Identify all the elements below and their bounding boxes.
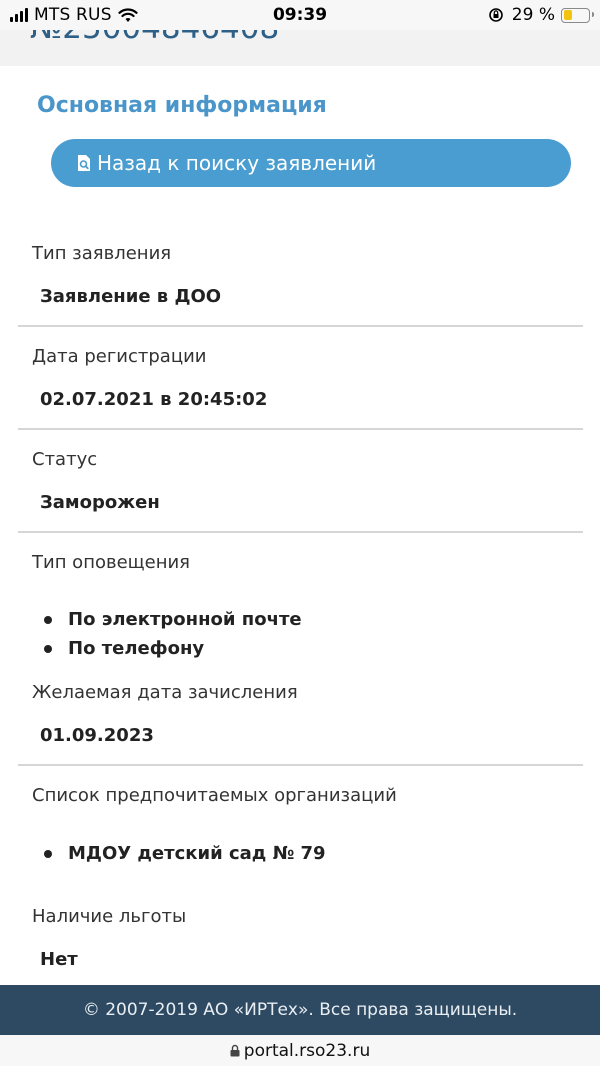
bullet-icon [44,615,52,624]
preferred-orgs-label: Список предпочитаемых организаций [32,785,397,806]
divider [18,531,583,533]
divider [18,764,583,766]
search-document-icon [78,155,90,171]
divider [18,325,583,327]
application-type-value: Заявление в ДОО [40,286,222,307]
back-to-search-label: Назад к поиску заявлений [97,151,377,175]
bullet-icon [44,644,52,653]
divider [18,428,583,430]
registration-date-value: 02.07.2021 в 20:45:02 [40,389,268,410]
notification-type-label: Тип оповещения [32,552,190,573]
copyright-text: © 2007-2019 АО «ИРТех». Все права защище… [82,1000,518,1020]
list-item: МДОУ детский сад № 79 [44,843,326,864]
battery-icon [561,7,594,23]
desired-date-label: Желаемая дата зачисления [32,682,298,703]
url-text: portal.rso23.ru [243,1040,371,1061]
preferred-org-name: МДОУ детский сад № 79 [68,843,326,864]
status-value: Заморожен [40,492,160,513]
status-right: 29 % [488,5,594,25]
benefit-label: Наличие льготы [32,906,187,927]
lock-icon [230,1044,240,1057]
benefit-value: Нет [40,949,78,970]
status-label: Статус [32,449,98,470]
status-bar: MTS RUS 09:39 29 % [0,0,600,30]
back-to-search-button[interactable]: Назад к поиску заявлений [51,139,571,187]
registration-date-label: Дата регистрации [32,346,207,367]
application-type-label: Тип заявления [32,243,172,264]
page-footer: © 2007-2019 АО «ИРТех». Все права защище… [0,985,600,1035]
list-item: По телефону [44,638,204,659]
section-title: Основная информация [37,93,327,118]
notification-email: По электронной почте [68,609,302,630]
browser-url-bar[interactable]: portal.rso23.ru [0,1035,600,1066]
rotation-lock-icon [488,8,503,22]
notification-phone: По телефону [68,638,205,659]
list-item: По электронной почте [44,609,302,630]
bullet-icon [44,849,52,858]
desired-date-value: 01.09.2023 [40,725,154,746]
battery-percent: 29 % [511,5,555,25]
